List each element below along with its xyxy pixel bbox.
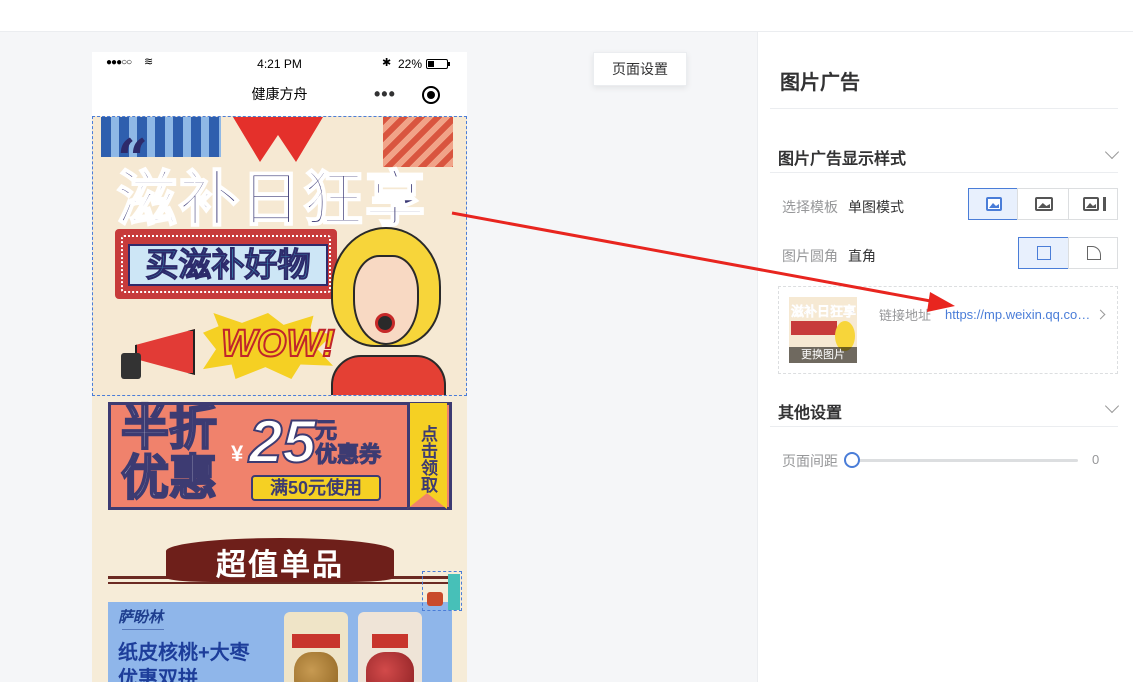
- link-label: 链接地址: [879, 308, 932, 323]
- chevron-down-icon[interactable]: [1104, 144, 1120, 160]
- mini-program-capsule[interactable]: •••: [362, 82, 452, 108]
- carousel-image-icon: [1035, 197, 1053, 211]
- corner-value: 直角: [848, 248, 876, 264]
- template-label: 选择模板: [782, 199, 838, 215]
- coupon-area: 半折 优惠 ¥ 25 元 优惠券 满50元使用 点击领取 超值单品 萨盼林 ——…: [92, 396, 467, 682]
- walnut-bag-image: [284, 612, 348, 682]
- product-brand-line: ——————: [122, 626, 164, 633]
- coupon-card[interactable]: 半折 优惠 ¥ 25 元 优惠券 满50元使用 点击领取: [108, 402, 452, 510]
- banner-subtitle-frame: 买滋补好物: [115, 229, 337, 299]
- product-name: 纸皮核桃+大枣: [118, 642, 250, 664]
- template-slide-option[interactable]: [1068, 188, 1118, 220]
- top-bar: [0, 0, 1133, 32]
- coupon-type: 优惠券: [314, 442, 382, 468]
- coupon-half-text: 半折: [120, 402, 218, 456]
- more-dots-icon[interactable]: •••: [374, 84, 396, 105]
- chevron-down-icon[interactable]: [1104, 398, 1120, 414]
- product-banner[interactable]: 萨盼林 —————— 纸皮核桃+大枣 优惠双拼: [108, 602, 452, 682]
- corner-square-option[interactable]: [1018, 237, 1069, 269]
- bluetooth-icon: ✱: [382, 57, 392, 69]
- spacing-slider-track[interactable]: [852, 459, 1078, 462]
- square-corner-icon: [1037, 246, 1051, 260]
- spacing-value: 0: [1092, 452, 1100, 467]
- single-image-icon: [986, 197, 1002, 211]
- image-item-card: 滋补日狂享 更换图片 链接地址 https://mp.weixin.qq.com…: [778, 286, 1118, 374]
- page-settings-button[interactable]: 页面设置: [593, 52, 687, 86]
- section-title: 超值单品: [216, 549, 344, 582]
- replace-image-button[interactable]: 更换图片: [789, 347, 857, 363]
- preview-canvas: ●●●○○ ≋ 4:21 PM ✱ 22% 健康方舟 ••• “ 滋补日狂享 买…: [0, 32, 757, 682]
- banner-title: 滋补日狂享: [116, 164, 427, 236]
- dates-bag-image: [358, 612, 422, 682]
- image-thumbnail[interactable]: 滋补日狂享 更换图片: [789, 297, 857, 363]
- surprised-woman-illustration: [321, 227, 451, 395]
- megaphone-icon: [115, 327, 195, 379]
- product-brand: 萨盼林: [118, 608, 164, 626]
- round-corner-icon: [1087, 246, 1101, 260]
- battery-percent: 22%: [398, 57, 423, 71]
- coupon-amount: 25: [248, 407, 317, 476]
- scroll-image-icon: [1083, 197, 1099, 211]
- link-url[interactable]: https://mp.weixin.qq.com/s/...: [945, 307, 1091, 322]
- coupon-currency: ¥: [231, 441, 244, 466]
- other-settings-header[interactable]: 其他设置: [778, 399, 842, 423]
- divider: [770, 172, 1118, 173]
- product-promo: 优惠双拼: [118, 668, 198, 682]
- floating-widget[interactable]: [422, 571, 462, 611]
- section-ribbon: 超值单品: [108, 534, 452, 594]
- template-swipe-option[interactable]: [1017, 188, 1069, 220]
- coupon-claim-button[interactable]: 点击领取: [407, 403, 447, 509]
- coupon-discount-text: 优惠: [120, 452, 218, 506]
- divider: [770, 426, 1118, 427]
- settings-panel: 图片广告 图片广告显示样式 选择模板 单图模式 图片圆角 直角 滋补日狂享 更换…: [757, 32, 1133, 682]
- phone-preview: ●●●○○ ≋ 4:21 PM ✱ 22% 健康方舟 ••• “ 滋补日狂享 买…: [92, 52, 467, 682]
- template-single-image-option[interactable]: [968, 188, 1018, 220]
- corner-round-option[interactable]: [1068, 237, 1118, 269]
- wow-text: WOW!: [220, 322, 336, 366]
- close-target-icon[interactable]: [422, 86, 440, 104]
- divider: [770, 108, 1118, 109]
- chevron-right-icon[interactable]: [1095, 309, 1106, 320]
- spacing-slider-handle[interactable]: [844, 452, 860, 468]
- corner-label: 图片圆角: [782, 248, 838, 264]
- image-ad-banner[interactable]: “ 滋补日狂享 买滋补好物 WOW!: [92, 116, 467, 396]
- battery-icon: [426, 59, 450, 69]
- coupon-condition: 满50元使用: [251, 475, 381, 501]
- display-style-header[interactable]: 图片广告显示样式: [778, 145, 906, 169]
- spacing-label: 页面间距: [782, 453, 838, 469]
- status-bar: ●●●○○ ≋ 4:21 PM ✱ 22%: [92, 52, 467, 74]
- banner-subtitle: 买滋补好物: [128, 244, 328, 286]
- panel-title: 图片广告: [780, 72, 860, 94]
- template-value: 单图模式: [848, 199, 904, 215]
